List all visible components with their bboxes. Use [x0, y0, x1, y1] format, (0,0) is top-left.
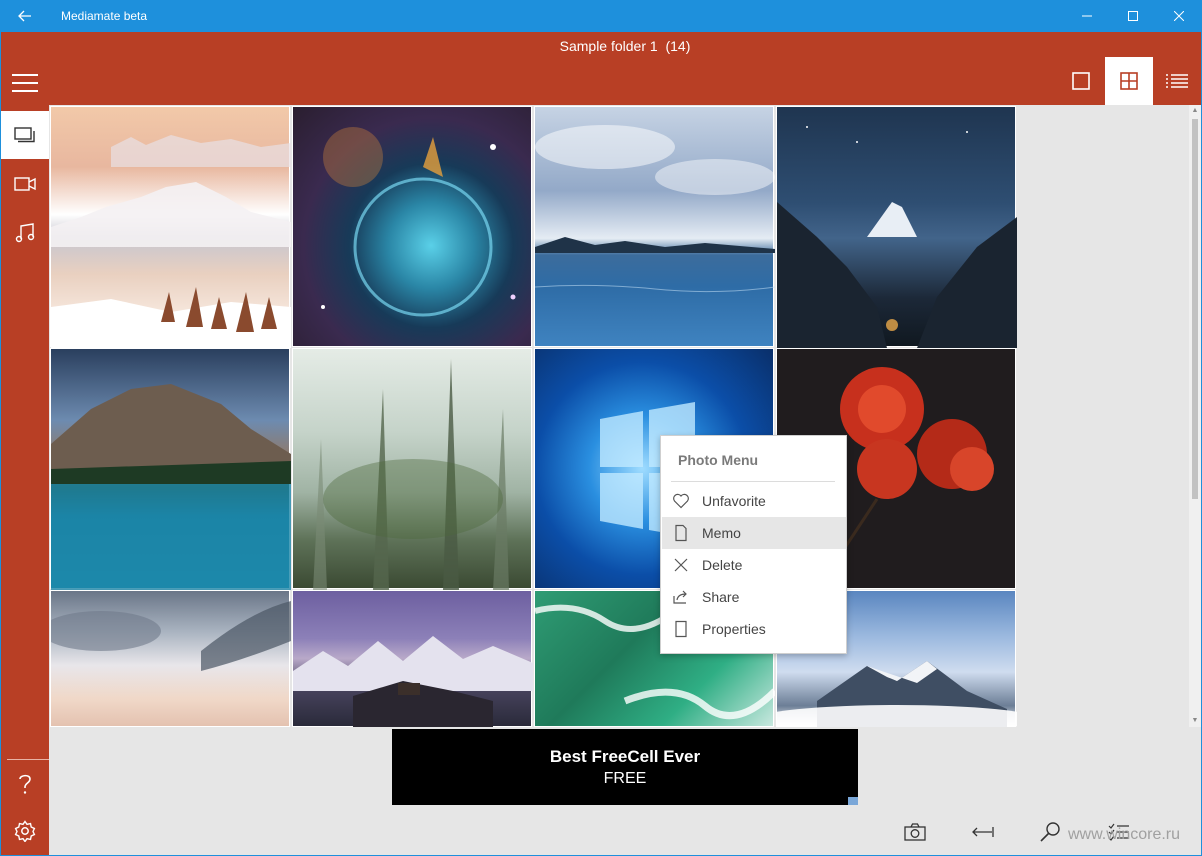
vertical-scrollbar[interactable]: ▲ ▼: [1189, 105, 1201, 727]
back-button[interactable]: [0, 0, 49, 32]
mountain-lake-blue-art: [51, 384, 291, 590]
gear-icon: [14, 820, 36, 842]
nav-videos-button[interactable]: [1, 160, 49, 208]
close-window-button[interactable]: [1156, 0, 1202, 32]
hamburger-icon: [12, 74, 38, 92]
video-icon: [14, 177, 36, 191]
page-icon: [675, 524, 687, 542]
minimize-button[interactable]: [1064, 0, 1110, 32]
folder-title: Sample folder 1 (14): [49, 38, 1201, 54]
photo-tile[interactable]: [776, 106, 1017, 348]
menu-item-unfavorite[interactable]: Unfavorite: [662, 485, 846, 517]
scroll-thumb[interactable]: [1192, 119, 1198, 499]
left-nav: [1, 32, 49, 855]
hamburger-menu-button[interactable]: [1, 59, 49, 107]
photo-tile[interactable]: [49, 590, 291, 727]
photo-tile[interactable]: [292, 348, 532, 590]
context-menu-title: Photo Menu: [678, 452, 759, 468]
bottom-toolbar: [49, 806, 1201, 855]
camera-button[interactable]: [895, 812, 935, 852]
window-title: Mediamate beta: [61, 9, 148, 23]
share-icon: [673, 590, 687, 604]
ad-subtitle: FREE: [603, 770, 647, 787]
menu-item-label: Unfavorite: [702, 493, 766, 509]
back-to-start-button[interactable]: [963, 812, 1003, 852]
lake-under-clouds-art: [534, 125, 776, 293]
menu-item-properties[interactable]: Properties: [662, 613, 846, 645]
help-icon: [19, 774, 31, 794]
maximize-icon: [1128, 11, 1138, 21]
scroll-up-arrow-icon[interactable]: ▲: [1189, 105, 1201, 117]
list-view-icon: [1166, 74, 1188, 88]
close-icon: [1174, 11, 1184, 21]
grid-view-icon: [1120, 72, 1138, 90]
matterhorn-night-art: [777, 126, 1017, 348]
minimize-icon: [1082, 15, 1092, 17]
snowy-mountains-sunrise-art: [51, 135, 291, 348]
search-button[interactable]: [1030, 812, 1070, 852]
camera-icon: [904, 823, 926, 841]
close-icon: [674, 558, 688, 572]
folder-count: (14): [665, 38, 691, 54]
menu-item-label: Properties: [702, 621, 766, 637]
bubble-nebula-art: [321, 127, 516, 317]
photo-tile[interactable]: [292, 590, 533, 727]
menu-separator: [671, 481, 835, 482]
misty-forest-art: [313, 359, 509, 590]
heart-icon: [673, 493, 689, 509]
scroll-down-arrow-icon[interactable]: ▼: [1189, 715, 1201, 727]
sunset-clouds-art: [49, 601, 291, 671]
ad-info-icon[interactable]: [848, 797, 858, 805]
music-icon: [15, 223, 35, 243]
nav-photos-button[interactable]: [1, 111, 49, 159]
purple-mountain-range-art: [293, 636, 533, 727]
photo-tile[interactable]: [50, 106, 291, 348]
photo-tile[interactable]: [50, 348, 291, 590]
nav-music-button[interactable]: [1, 209, 49, 257]
menu-item-memo[interactable]: Memo: [662, 517, 846, 549]
view-list-button[interactable]: [1153, 57, 1201, 105]
menu-item-label: Share: [702, 589, 740, 605]
photos-icon: [14, 127, 35, 143]
photo-tile[interactable]: [292, 106, 532, 347]
nav-settings-button[interactable]: [1, 807, 49, 855]
view-grid-button[interactable]: [1105, 57, 1153, 105]
menu-item-label: Memo: [702, 525, 741, 541]
arrow-left-icon: [17, 10, 31, 22]
single-view-icon: [1072, 72, 1090, 90]
watermark: www.wincore.ru: [1068, 826, 1181, 843]
view-single-button[interactable]: [1057, 57, 1105, 105]
title-bar: Mediamate beta: [0, 0, 1202, 32]
menu-item-delete[interactable]: Delete: [662, 549, 846, 581]
menu-item-label: Delete: [702, 557, 743, 573]
search-icon: [1040, 822, 1060, 842]
photo-grid: [49, 105, 1189, 727]
folder-name: Sample folder 1: [559, 38, 658, 54]
header-bar: Sample folder 1 (14): [49, 32, 1201, 105]
maximize-button[interactable]: [1110, 0, 1156, 32]
ad-title: Best FreeCell Ever: [549, 747, 701, 766]
menu-item-share[interactable]: Share: [662, 581, 846, 613]
photo-tile[interactable]: [534, 106, 776, 347]
arrow-left-bar-icon: [972, 827, 994, 837]
photo-context-menu: Photo Menu Unfavorite Memo Delete Share …: [660, 435, 847, 654]
ad-banner[interactable]: Best FreeCell Ever FREE: [392, 729, 858, 805]
page-icon: [675, 620, 687, 638]
nav-help-button[interactable]: [1, 760, 49, 808]
